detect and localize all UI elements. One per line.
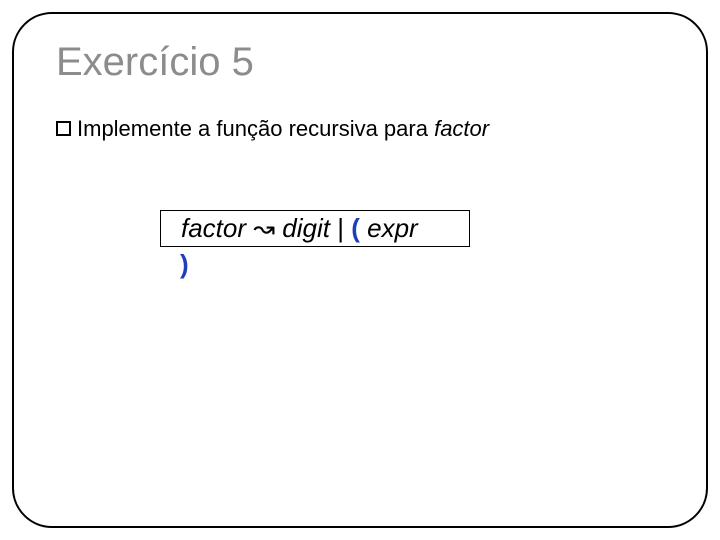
slide-title: Exercício 5 — [56, 40, 254, 85]
square-bullet-icon — [56, 121, 71, 136]
bullet-row: Implemente a função recursiva para facto… — [56, 116, 489, 142]
grammar-line-1: factor ↝ digit | ( expr — [160, 210, 470, 247]
grammar-expr: expr — [367, 213, 418, 243]
bullet-text-emph: factor — [434, 116, 489, 141]
grammar-rule: factor ↝ digit | ( expr ) — [160, 210, 470, 280]
slide: Exercício 5 Implemente a função recursiv… — [0, 0, 720, 540]
grammar-lparen: ( — [351, 213, 360, 243]
grammar-rparen: ) — [180, 249, 189, 279]
grammar-pipe: | — [337, 213, 344, 243]
grammar-lhs: factor — [181, 213, 246, 243]
grammar-line-2: ) — [160, 249, 470, 280]
bullet-text-prefix: Implemente a função recursiva para — [77, 116, 434, 141]
bullet-text: Implemente a função recursiva para facto… — [77, 116, 489, 142]
arrow-icon: ↝ — [253, 213, 275, 243]
grammar-digit: digit — [282, 213, 330, 243]
